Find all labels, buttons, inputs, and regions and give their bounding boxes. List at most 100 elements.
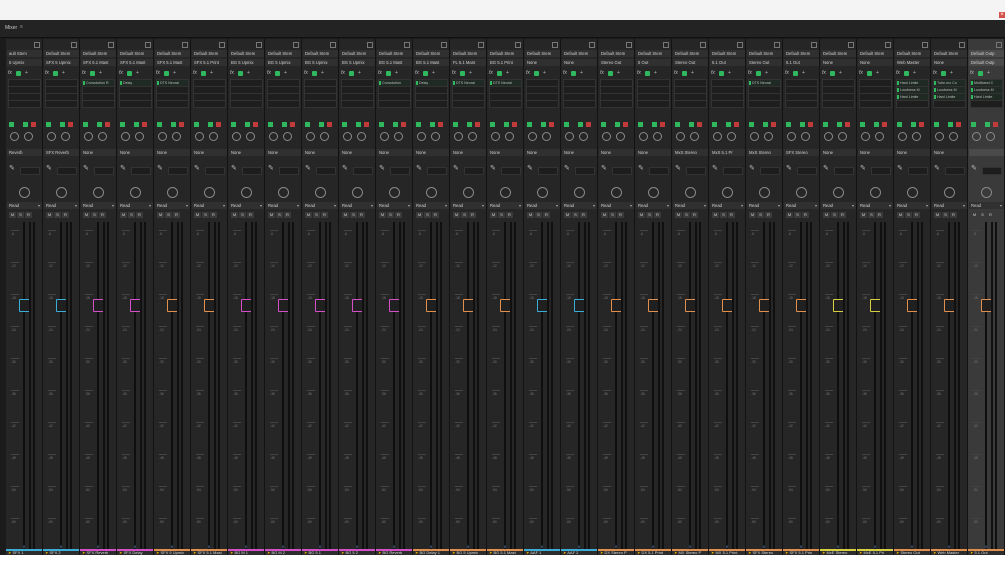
send-record-button[interactable]: [623, 122, 628, 127]
add-effect-icon[interactable]: +: [987, 70, 990, 76]
mute-button[interactable]: M: [46, 212, 53, 218]
fx-power-button[interactable]: [941, 71, 946, 76]
record-arm-button[interactable]: R: [25, 212, 32, 218]
output-bus-select[interactable]: Default Stem: [636, 50, 671, 57]
send-value-field[interactable]: [353, 167, 373, 175]
send-record-button[interactable]: [512, 122, 517, 127]
solo-button[interactable]: S: [720, 212, 727, 218]
open-editor-icon[interactable]: [478, 42, 484, 48]
send-power-button[interactable]: [9, 122, 14, 127]
send-record-button[interactable]: [327, 122, 332, 127]
record-arm-button[interactable]: R: [395, 212, 402, 218]
mute-button[interactable]: M: [120, 212, 127, 218]
mute-button[interactable]: M: [9, 212, 16, 218]
send-value-field[interactable]: [871, 167, 891, 175]
fx-power-button[interactable]: [978, 71, 983, 76]
automation-mode-select[interactable]: Read: [118, 202, 153, 209]
add-effect-icon[interactable]: +: [839, 70, 842, 76]
track-output-select[interactable]: Default Outp: [969, 59, 1004, 66]
record-arm-button[interactable]: R: [987, 212, 994, 218]
effect-slot[interactable]: [267, 100, 300, 108]
send-record-button[interactable]: [438, 122, 443, 127]
mute-button[interactable]: M: [860, 212, 867, 218]
send-value-field[interactable]: [797, 167, 817, 175]
send-value-field[interactable]: [686, 167, 706, 175]
open-editor-icon[interactable]: [441, 42, 447, 48]
record-arm-button[interactable]: R: [173, 212, 180, 218]
send-level-knob[interactable]: [639, 132, 648, 141]
add-effect-icon[interactable]: +: [173, 70, 176, 76]
pan-knob[interactable]: [389, 187, 400, 198]
mute-button[interactable]: M: [268, 212, 275, 218]
record-arm-button[interactable]: R: [876, 212, 883, 218]
pan-knob[interactable]: [93, 187, 104, 198]
add-effect-icon[interactable]: +: [99, 70, 102, 76]
send-destination-select[interactable]: None: [562, 149, 597, 156]
open-editor-icon[interactable]: [922, 42, 928, 48]
send-destination-select[interactable]: [969, 149, 1004, 156]
send-pan-knob[interactable]: [579, 132, 588, 141]
automation-mode-select[interactable]: Read: [81, 202, 116, 209]
fx-power-button[interactable]: [201, 71, 206, 76]
send-record-button[interactable]: [808, 122, 813, 127]
send-level-knob[interactable]: [306, 132, 315, 141]
mute-button[interactable]: M: [749, 212, 756, 218]
automation-mode-select[interactable]: Read: [562, 202, 597, 209]
send-level-knob[interactable]: [454, 132, 463, 141]
mute-button[interactable]: M: [194, 212, 201, 218]
open-editor-icon[interactable]: [737, 42, 743, 48]
send-pan-knob[interactable]: [912, 132, 921, 141]
send-level-knob[interactable]: [565, 132, 574, 141]
automation-mode-select[interactable]: Read: [7, 202, 42, 209]
fx-power-button[interactable]: [682, 71, 687, 76]
pencil-icon[interactable]: ✎: [934, 164, 942, 174]
mute-button[interactable]: M: [527, 212, 534, 218]
send-value-field[interactable]: [908, 167, 928, 175]
solo-button[interactable]: S: [91, 212, 98, 218]
fader-track[interactable]: [467, 222, 469, 552]
mute-button[interactable]: M: [897, 212, 904, 218]
open-editor-icon[interactable]: [700, 42, 706, 48]
pan-knob[interactable]: [426, 187, 437, 198]
solo-button[interactable]: S: [831, 212, 838, 218]
send-pan-knob[interactable]: [949, 132, 958, 141]
mute-button[interactable]: M: [157, 212, 164, 218]
send-power-button[interactable]: [712, 122, 717, 127]
send-destination-select[interactable]: SFX Stereo: [784, 149, 819, 156]
track-output-select[interactable]: None: [821, 59, 856, 66]
pan-knob[interactable]: [463, 187, 474, 198]
send-level-knob[interactable]: [343, 132, 352, 141]
send-power-button[interactable]: [578, 122, 583, 127]
output-bus-select[interactable]: Default Stem: [858, 50, 893, 57]
mute-button[interactable]: M: [490, 212, 497, 218]
open-editor-icon[interactable]: [663, 42, 669, 48]
automation-mode-select[interactable]: Read: [636, 202, 671, 209]
send-level-knob[interactable]: [898, 132, 907, 141]
send-record-button[interactable]: [549, 122, 554, 127]
open-editor-icon[interactable]: [367, 42, 373, 48]
send-level-knob[interactable]: [232, 132, 241, 141]
send-level-knob[interactable]: [750, 132, 759, 141]
send-value-field[interactable]: [760, 167, 780, 175]
pencil-icon[interactable]: ✎: [194, 164, 202, 174]
send-level-knob[interactable]: [602, 132, 611, 141]
automation-mode-select[interactable]: Read: [303, 202, 338, 209]
pencil-icon[interactable]: ✎: [712, 164, 720, 174]
mute-button[interactable]: M: [231, 212, 238, 218]
send-power-button[interactable]: [60, 122, 65, 127]
add-effect-icon[interactable]: +: [950, 70, 953, 76]
pan-knob[interactable]: [685, 187, 696, 198]
send-value-field[interactable]: [20, 167, 40, 175]
pencil-icon[interactable]: ✎: [786, 164, 794, 174]
fx-power-button[interactable]: [534, 71, 539, 76]
track-output-select[interactable]: BG 5 Upmix: [266, 59, 301, 66]
send-destination-select[interactable]: None: [340, 149, 375, 156]
send-record-button[interactable]: [586, 122, 591, 127]
send-pan-knob[interactable]: [690, 132, 699, 141]
effect-power-icon[interactable]: [749, 81, 751, 85]
send-power-button[interactable]: [786, 122, 791, 127]
solo-button[interactable]: S: [794, 212, 801, 218]
send-destination-select[interactable]: None: [932, 149, 967, 156]
record-arm-button[interactable]: R: [765, 212, 772, 218]
send-pan-knob[interactable]: [283, 132, 292, 141]
